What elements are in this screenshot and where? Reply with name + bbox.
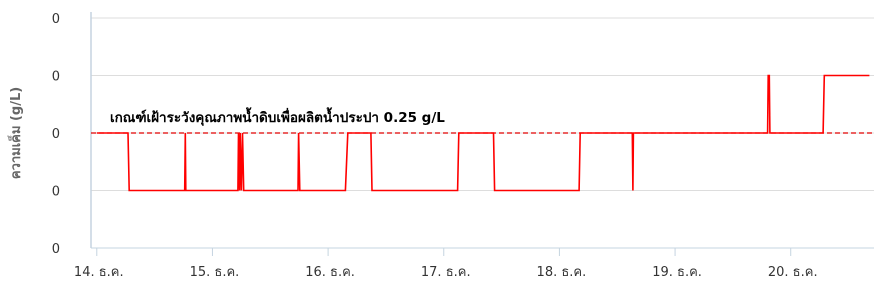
salinity-chart: 0 0 0 0 0 14. ธ.ค. 15. ธ.ค. 16. ธ.ค. 17. ธ.ค. 18.… [6,12,874,280]
y-tick-label: 0 [52,127,60,142]
x-tick-label: 14. ธ.ค. [74,265,124,280]
x-tick-label: 15. ธ.ค. [190,265,240,280]
x-tick-label: 16. ธ.ค. [305,265,355,280]
chart-container: 0 0 0 0 0 14. ธ.ค. 15. ธ.ค. 16. ธ.ค. 17. ธ.ค. 18.… [0,0,879,296]
y-tick-label: 0 [52,12,60,27]
axes-layer: 0 0 0 0 0 14. ธ.ค. 15. ธ.ค. 16. ธ.ค. 17. ธ.ค. 18.… [52,12,874,280]
threshold-layer: เกณฑ์เฝ้าระวังคุณภาพน้ำดิบเพื่อผลิตน้ำปร… [91,107,874,134]
y-tick-label: 0 [52,242,60,257]
y-tick-label: 0 [52,70,60,85]
x-tick-label: 19. ธ.ค. [652,265,702,280]
y-tick-label: 0 [52,185,60,200]
x-tick-label: 18. ธ.ค. [537,265,587,280]
y-axis-title: ความเค็ม (g/L) [6,87,24,179]
x-tick-label: 17. ธ.ค. [421,265,471,280]
threshold-label: เกณฑ์เฝ้าระวังคุณภาพน้ำดิบเพื่อผลิตน้ำปร… [110,107,445,126]
x-tick-label: 20. ธ.ค. [768,265,818,280]
